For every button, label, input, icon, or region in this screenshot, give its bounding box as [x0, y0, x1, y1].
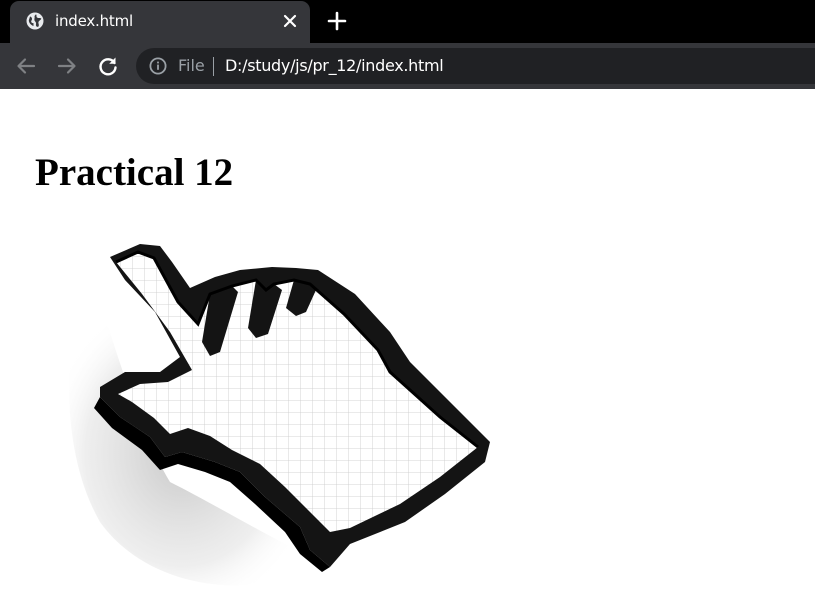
browser-tab[interactable]: index.html: [10, 1, 310, 43]
site-info-label[interactable]: File: [178, 56, 205, 75]
browser-toolbar: File D:/study/js/pr_12/index.html: [0, 43, 815, 89]
address-bar[interactable]: File D:/study/js/pr_12/index.html: [136, 48, 815, 84]
globe-icon: [26, 12, 44, 30]
info-icon[interactable]: [149, 57, 167, 75]
address-bar-divider: [213, 57, 214, 76]
page-heading: Practical 12: [35, 151, 234, 194]
arrow-right-icon[interactable]: [55, 54, 79, 78]
plus-icon[interactable]: [327, 11, 347, 31]
reload-icon[interactable]: [96, 54, 120, 78]
tab-title: index.html: [55, 12, 133, 30]
url-text[interactable]: D:/study/js/pr_12/index.html: [225, 56, 444, 75]
close-icon[interactable]: [281, 12, 299, 30]
arrow-left-icon[interactable]: [14, 54, 38, 78]
pixel-hand-cursor-image: [68, 244, 490, 586]
tab-strip: index.html: [0, 0, 815, 43]
